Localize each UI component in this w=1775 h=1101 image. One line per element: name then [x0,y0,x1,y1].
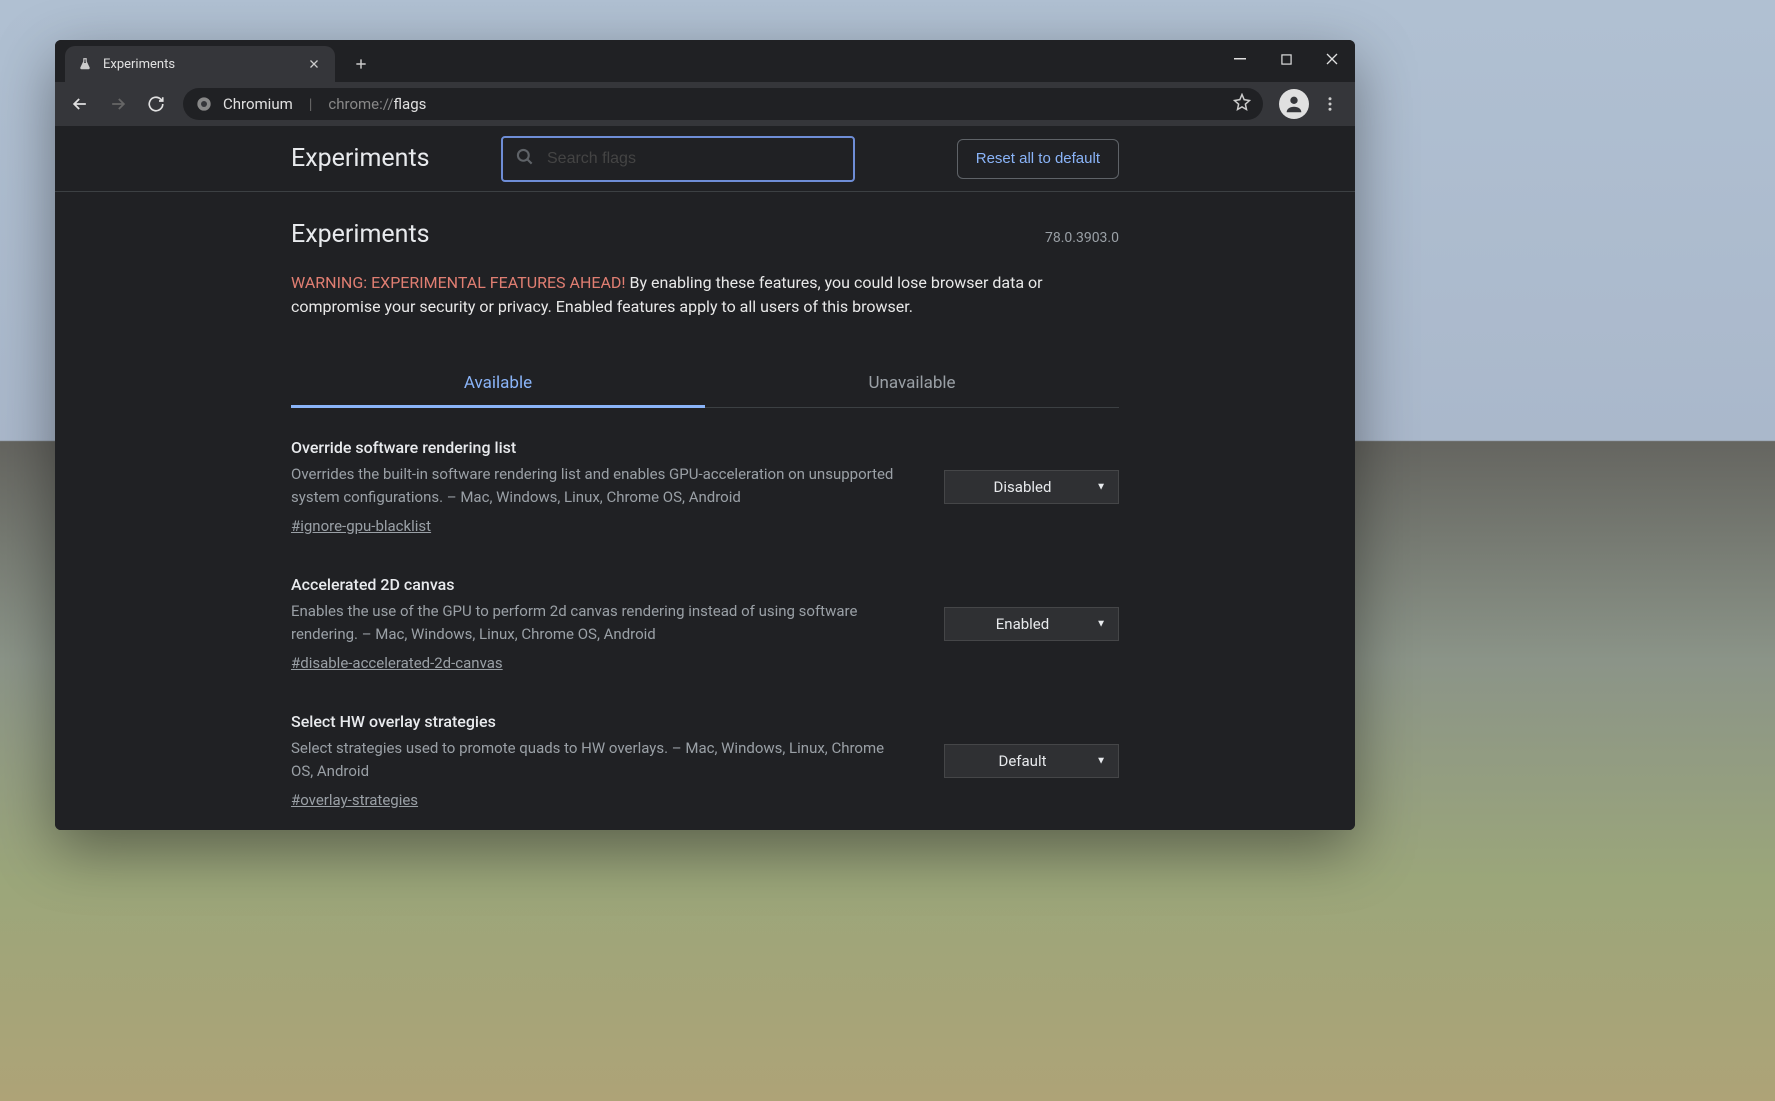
browser-toolbar: Chromium | chrome://flags [55,82,1355,126]
kebab-menu-button[interactable] [1313,87,1347,121]
flag-anchor-link[interactable]: #disable-accelerated-2d-canvas [291,654,503,672]
flag-row: Select HW overlay strategies Select stra… [291,682,1119,819]
header-title: Experiments [291,144,481,173]
window-close-button[interactable] [1309,40,1355,78]
page-title: Experiments [291,220,1119,249]
warning-text: WARNING: EXPERIMENTAL FEATURES AHEAD! By… [291,271,1119,319]
omnibox-url: chrome://flags [328,95,426,113]
warning-prefix: WARNING: EXPERIMENTAL FEATURES AHEAD! [291,273,626,292]
tab-unavailable-label: Unavailable [868,373,955,393]
reset-all-button[interactable]: Reset all to default [957,139,1119,179]
window-controls [1217,40,1355,78]
flag-select[interactable]: Enabled [944,607,1119,641]
tab-title: Experiments [103,57,295,72]
search-flags-input[interactable] [547,150,841,168]
search-icon [515,147,535,171]
omnibox-protocol: Chromium [223,95,293,113]
flags-page[interactable]: Experiments Reset all to default 78.0.39… [55,126,1355,830]
tab-available[interactable]: Available [291,359,705,407]
back-button[interactable] [63,87,97,121]
flag-select-value: Disabled [994,478,1052,496]
tab-unavailable[interactable]: Unavailable [705,359,1119,407]
flag-select-value: Enabled [996,615,1049,633]
tab-available-label: Available [464,373,532,393]
profile-avatar-button[interactable] [1279,89,1309,119]
flag-title: Select HW overlay strategies [291,712,904,731]
forward-button[interactable] [101,87,135,121]
close-icon[interactable] [305,55,323,74]
browser-tab[interactable]: Experiments [65,46,335,82]
flag-anchor-link[interactable]: #overlay-strategies [291,791,418,809]
maximize-button[interactable] [1263,40,1309,78]
flag-select-value: Default [999,752,1047,770]
flag-row: Accelerated 2D canvas Enables the use of… [291,545,1119,682]
flag-description: Overrides the built-in software renderin… [291,463,904,508]
flag-description: Enables the use of the GPU to perform 2d… [291,600,904,645]
reset-all-label: Reset all to default [976,150,1100,167]
flag-description: Select strategies used to promote quads … [291,737,904,782]
flags-tabs: Available Unavailable [291,359,1119,408]
browser-window: Experiments Chromium | [55,40,1355,830]
flag-title: Accelerated 2D canvas [291,575,904,594]
flag-select[interactable]: Default [944,744,1119,778]
reload-button[interactable] [139,87,173,121]
flag-title: Override software rendering list [291,438,904,457]
search-flags-box[interactable] [501,136,855,182]
page-viewport: Experiments Reset all to default 78.0.39… [55,126,1355,830]
flask-icon [77,56,93,72]
flag-select[interactable]: Disabled [944,470,1119,504]
flags-header: Experiments Reset all to default [55,126,1355,192]
tab-strip: Experiments [55,40,1355,82]
new-tab-button[interactable] [347,50,375,78]
flag-anchor-link[interactable]: #ignore-gpu-blacklist [291,517,431,535]
bookmark-star-icon[interactable] [1233,93,1251,115]
version-text: 78.0.3903.0 [1045,230,1119,246]
flag-row: Override software rendering list Overrid… [291,408,1119,545]
chromium-icon [195,95,213,113]
omnibox-separator: | [309,95,313,113]
minimize-button[interactable] [1217,40,1263,78]
address-bar[interactable]: Chromium | chrome://flags [183,88,1263,120]
